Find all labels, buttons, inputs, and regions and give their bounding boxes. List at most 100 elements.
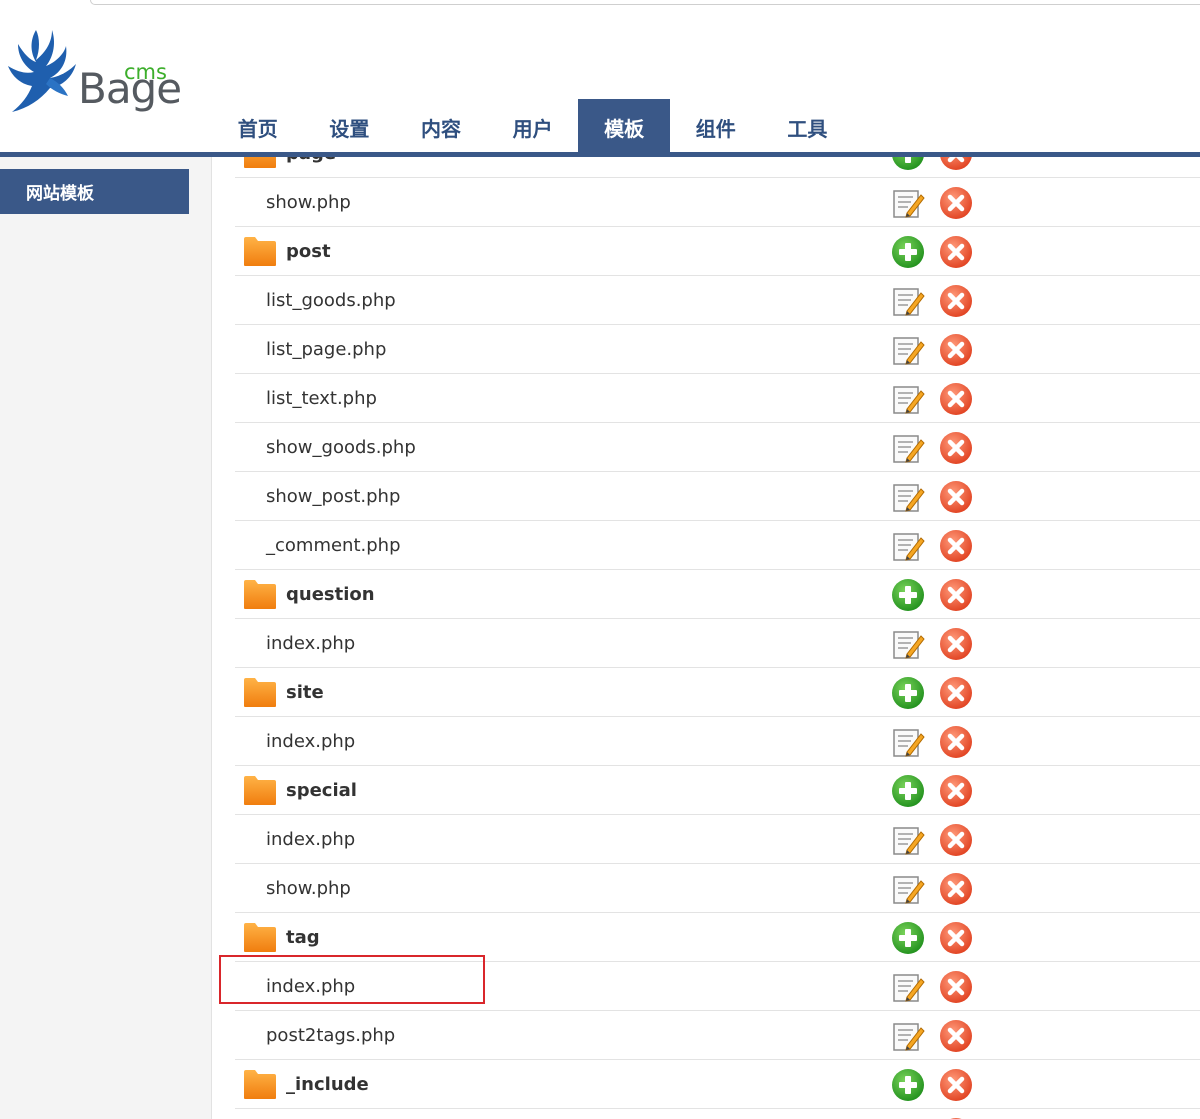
delete-icon[interactable] [939,1019,973,1053]
file-name[interactable]: _comment.php [266,521,401,569]
edit-icon[interactable] [891,1019,925,1053]
edit-icon[interactable] [891,186,925,220]
file-row: index.php [235,815,1200,864]
file-row: show.php [235,178,1200,227]
add-icon[interactable] [891,1068,925,1102]
tab-home[interactable]: 首页 [212,99,304,153]
delete-icon[interactable] [939,725,973,759]
add-icon[interactable] [891,676,925,710]
file-name[interactable]: list_goods.php [266,276,396,324]
folder-icon [243,578,277,610]
folder-row: _include [235,1060,1200,1109]
folder-name: tag [286,926,320,948]
file-name[interactable]: index.php [266,717,355,765]
tab-tools[interactable]: 工具 [762,99,854,153]
delete-icon[interactable] [939,333,973,367]
edit-icon[interactable] [891,872,925,906]
delete-icon[interactable] [939,431,973,465]
folder-icon [243,676,277,708]
template-list-panel: pageshow.phppostlist_goods.phplist_page.… [213,157,1200,1119]
folder-icon [243,235,277,267]
tab-users[interactable]: 用户 [487,99,579,153]
main-nav: 首页 设置 内容 用户 模板 组件 工具 [212,99,853,153]
add-icon[interactable] [891,578,925,612]
file-name[interactable]: index.php [266,815,355,863]
edit-icon[interactable] [891,529,925,563]
delete-icon[interactable] [939,480,973,514]
edit-icon[interactable] [891,480,925,514]
file-name[interactable]: list_text.php [266,374,377,422]
file-row: show.php [235,864,1200,913]
tab-content[interactable]: 内容 [395,99,487,153]
file-row: index.php [235,717,1200,766]
add-icon[interactable] [891,235,925,269]
header: cms Bage 首页 设置 内容 用户 模板 组件 工具 [0,0,1200,157]
add-icon[interactable] [891,921,925,955]
file-row: show_goods.php [235,423,1200,472]
file-name[interactable]: index.php [266,962,355,1010]
edit-icon[interactable] [891,382,925,416]
delete-icon[interactable] [939,578,973,612]
edit-icon[interactable] [891,333,925,367]
folder-row: tag [235,913,1200,962]
file-name[interactable]: post2tags.php [266,1011,395,1059]
bird-logo-icon [8,30,76,112]
add-icon[interactable] [891,774,925,808]
template-list: pageshow.phppostlist_goods.phplist_page.… [235,157,1200,1119]
file-row: show_post.php [235,472,1200,521]
folder-name: site [286,681,324,703]
delete-icon[interactable] [939,1068,973,1102]
edit-icon[interactable] [891,823,925,857]
file-name[interactable]: show.php [266,178,351,226]
add-icon[interactable] [891,157,925,171]
file-row: index.php [235,962,1200,1011]
file-row: list_page.php [235,325,1200,374]
delete-icon[interactable] [939,872,973,906]
delete-icon[interactable] [939,921,973,955]
sidebar-item-site-templates[interactable]: 网站模板 [0,169,189,214]
file-row: _comment.php [235,521,1200,570]
delete-icon[interactable] [939,284,973,318]
file-name[interactable]: show_goods.php [266,423,416,471]
folder-name: special [286,779,357,801]
file-row: list_goods.php [235,276,1200,325]
folder-row: post [235,227,1200,276]
file-name[interactable]: show_post.php [266,472,400,520]
file-name[interactable]: show.php [266,864,351,912]
edit-icon[interactable] [891,970,925,1004]
folder-icon [243,157,277,169]
edit-icon[interactable] [891,627,925,661]
folder-row: page [235,157,1200,178]
delete-icon[interactable] [939,235,973,269]
delete-icon[interactable] [939,774,973,808]
folder-name: _include [286,1073,369,1095]
folder-icon [243,1068,277,1100]
folder-name: question [286,583,375,605]
folder-row: special [235,766,1200,815]
tab-settings[interactable]: 设置 [304,99,396,153]
delete-icon[interactable] [939,823,973,857]
tab-components[interactable]: 组件 [670,99,762,153]
delete-icon[interactable] [939,529,973,563]
folder-icon [243,921,277,953]
delete-icon[interactable] [939,676,973,710]
edit-icon[interactable] [891,284,925,318]
file-name[interactable]: list_page.php [266,325,386,373]
delete-icon[interactable] [939,627,973,661]
file-name[interactable]: index.php [266,619,355,667]
sidebar: 网站模板 [0,157,212,1119]
edit-icon[interactable] [891,431,925,465]
file-row [235,1109,1200,1119]
folder-row: question [235,570,1200,619]
tab-templates[interactable]: 模板 [578,99,670,153]
edit-icon[interactable] [891,725,925,759]
folder-name: post [286,240,331,262]
delete-icon[interactable] [939,382,973,416]
delete-icon[interactable] [939,186,973,220]
delete-icon[interactable] [939,157,973,171]
logo-bage-text: Bage [78,64,182,113]
file-row: list_text.php [235,374,1200,423]
bage-cms-logo[interactable]: cms Bage [6,24,182,119]
delete-icon[interactable] [939,970,973,1004]
file-row: index.php [235,619,1200,668]
